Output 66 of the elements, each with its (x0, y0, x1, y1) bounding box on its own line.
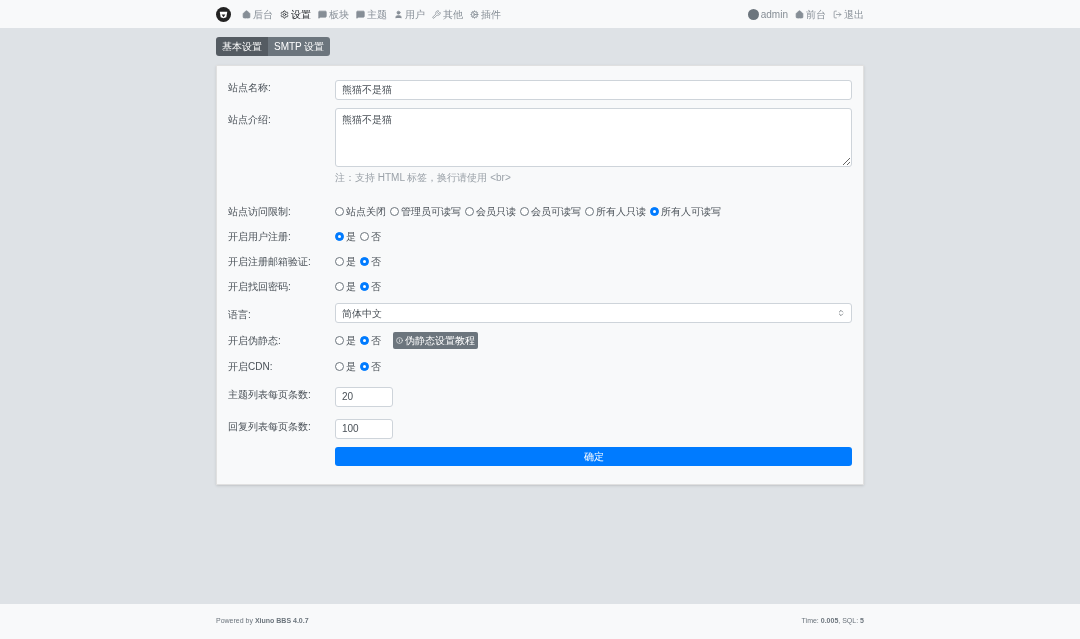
hint-text: 注：支持 HTML 标签，换行请使用 <br> (335, 171, 512, 185)
speech-bubble-icon (318, 9, 327, 19)
radio-button[interactable] (360, 232, 369, 241)
field-label: 主题列表每页条数: (228, 388, 312, 402)
radio-button[interactable] (360, 282, 369, 291)
field-label: 开启找回密码: (228, 280, 292, 294)
radio-option[interactable]: 是 (335, 359, 356, 374)
field-label: 站点介绍: (228, 113, 272, 127)
radio-option[interactable]: 否 (360, 279, 381, 294)
radio-option[interactable]: 否 (360, 254, 381, 269)
radio-button[interactable] (335, 336, 344, 345)
radio-option[interactable]: 会员可读写 (520, 204, 581, 219)
logo-icon (216, 6, 231, 22)
speech-bubble-icon (356, 9, 365, 19)
home-icon (242, 9, 251, 19)
radio-button[interactable] (335, 282, 344, 291)
radio-button[interactable] (335, 207, 344, 216)
radio-option[interactable]: 是 (335, 333, 356, 348)
radio-button[interactable] (360, 362, 369, 371)
field-label: 开启注册邮箱验证: (228, 255, 312, 269)
radio-option[interactable]: 否 (360, 333, 381, 348)
select-arrow-icon (837, 309, 845, 317)
radio-option[interactable]: 否 (360, 359, 381, 374)
radio-option[interactable]: 是 (335, 279, 356, 294)
help-badge[interactable]: 伪静态设置教程 (393, 332, 478, 349)
field-label: 语言: (228, 308, 252, 322)
radio-option[interactable]: 管理员可读写 (390, 204, 461, 219)
radio-button[interactable] (335, 257, 344, 266)
home-icon (795, 9, 804, 19)
radio-button[interactable] (585, 207, 594, 216)
radio-option[interactable]: 会员只读 (465, 204, 516, 219)
tab[interactable]: SMTP 设置 (268, 37, 331, 56)
radio-button[interactable] (360, 257, 369, 266)
textarea-field[interactable]: 熊猫不是猫 (335, 108, 852, 167)
radio-button[interactable] (360, 336, 369, 345)
radio-option[interactable]: 站点关闭 (335, 204, 386, 219)
radio-option[interactable]: 是 (335, 229, 356, 244)
radio-button[interactable] (465, 207, 474, 216)
input-field[interactable]: 20 (335, 386, 393, 407)
radio-button[interactable] (650, 207, 659, 216)
radio-option[interactable]: 否 (360, 229, 381, 244)
field-label: 开启CDN: (228, 360, 274, 374)
tab[interactable]: 基本设置 (216, 37, 268, 56)
field-label: 站点访问限制: (228, 205, 292, 219)
field-label: 开启用户注册: (228, 230, 292, 244)
radio-button[interactable] (335, 232, 344, 241)
radio-button[interactable] (520, 207, 529, 216)
input-field[interactable]: 熊猫不是猫 (335, 80, 852, 100)
user-icon (394, 9, 403, 19)
avatar-icon (747, 8, 759, 20)
input-field[interactable]: 100 (335, 418, 393, 439)
radio-button[interactable] (390, 207, 399, 216)
nav-link[interactable]: 设置 (280, 6, 311, 22)
wrench-icon (432, 9, 441, 19)
radio-button[interactable] (335, 362, 344, 371)
logout-icon (833, 9, 842, 19)
radio-option[interactable]: 所有人只读 (585, 204, 646, 219)
field-label: 回复列表每页条数: (228, 420, 312, 434)
radio-option[interactable]: 所有人可读写 (650, 204, 721, 219)
radio-option[interactable]: 是 (335, 254, 356, 269)
select-field[interactable]: 简体中文 (335, 303, 852, 323)
field-label: 站点名称: (228, 81, 272, 95)
settings-icon (280, 9, 289, 19)
field-label: 开启伪静态: (228, 334, 282, 348)
submit-button[interactable]: 确定 (335, 447, 852, 466)
info-icon (396, 337, 403, 344)
